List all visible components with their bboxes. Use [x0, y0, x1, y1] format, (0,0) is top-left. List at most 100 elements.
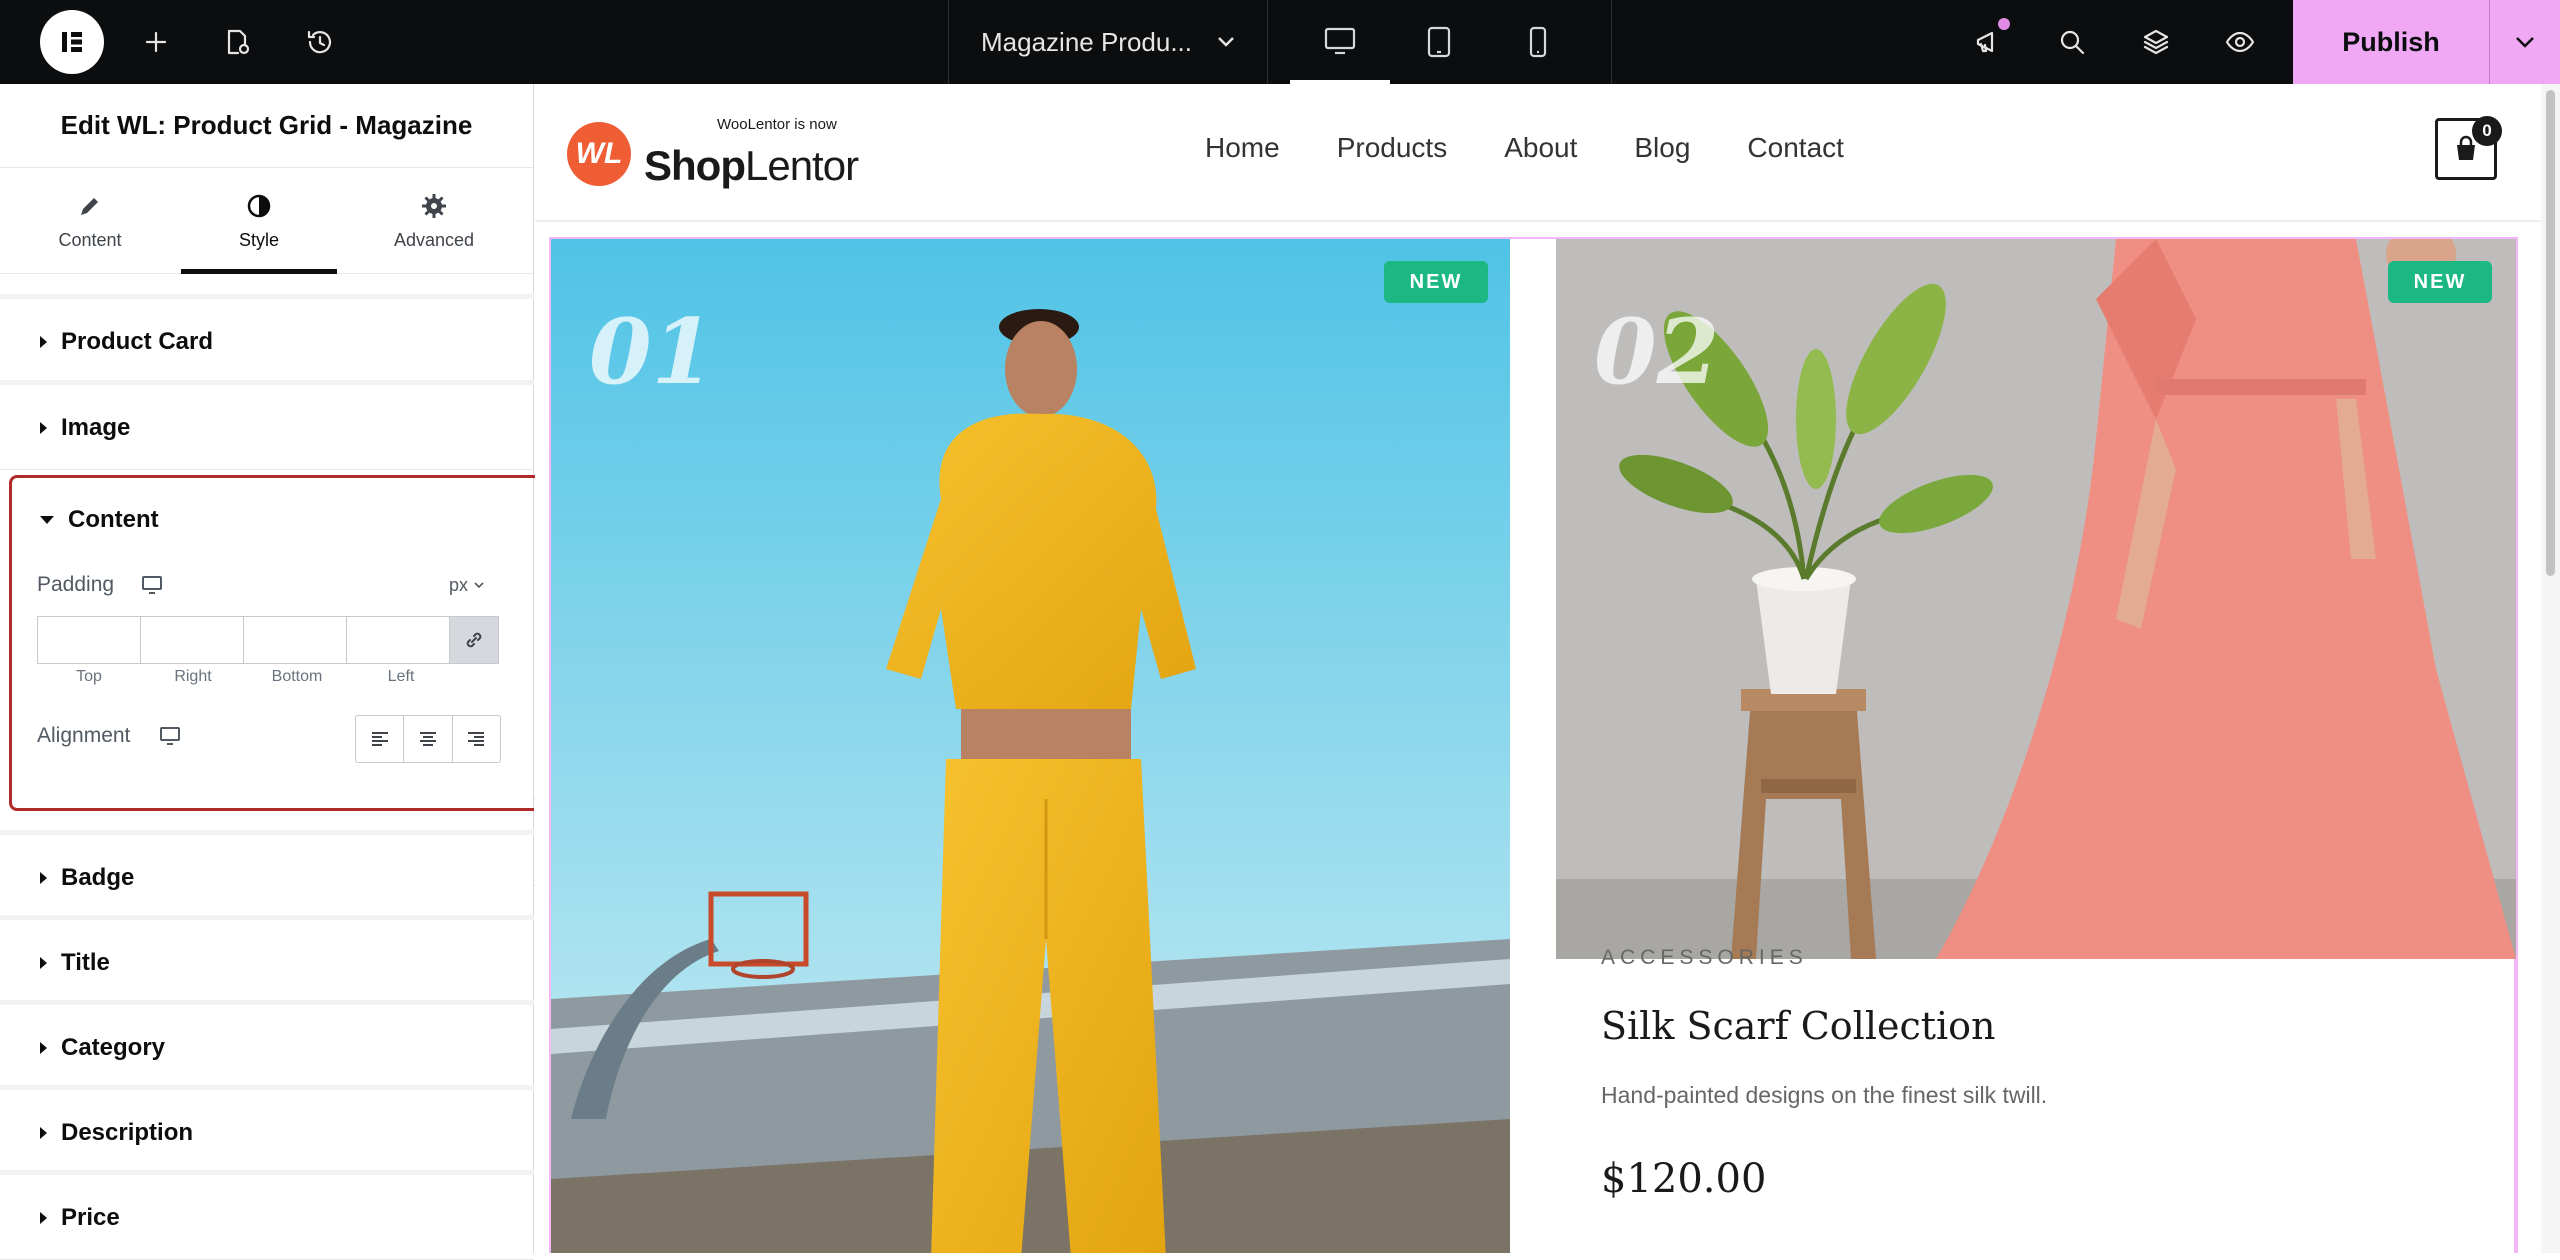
publish-options-button[interactable] [2489, 0, 2560, 84]
padding-left-input[interactable] [346, 616, 450, 664]
section-label: Category [61, 1033, 166, 1061]
section-label: Product Card [61, 327, 214, 355]
eye-icon [2225, 31, 2255, 53]
brand-name-bold: Shop [644, 142, 746, 189]
product-category[interactable]: ACCESSORIES [1601, 946, 1808, 970]
contrast-icon [247, 194, 271, 217]
nav-products[interactable]: Products [1337, 132, 1448, 164]
padding-inputs [37, 616, 501, 664]
brand-tagline: WooLentor is now [717, 116, 837, 133]
padding-top-label: Top [76, 668, 102, 685]
section-label: Content [68, 506, 159, 533]
link-values-button[interactable] [449, 616, 499, 664]
gear-icon [422, 193, 446, 218]
responsive-desktop-icon[interactable] [141, 574, 163, 601]
plus-icon [145, 31, 167, 53]
document-title-dropdown[interactable]: Magazine Produ... [948, 0, 1268, 84]
elementor-logo-icon [62, 32, 82, 52]
responsive-desktop-icon[interactable] [159, 725, 181, 752]
tablet-device-button[interactable] [1389, 0, 1489, 84]
tab-content-label: Content [58, 229, 122, 250]
preview-button[interactable] [2220, 22, 2260, 62]
finder-button[interactable] [2052, 22, 2092, 62]
device-switcher [1268, 0, 1612, 84]
scrollbar-thumb[interactable] [2546, 90, 2555, 576]
editor-topbar: Magazine Produ... Publish [0, 0, 2560, 84]
monitor-icon [160, 727, 180, 745]
site-header: WL WooLentor is now ShopLentor Home Prod… [535, 84, 2540, 222]
section-image[interactable]: Image [0, 380, 534, 470]
section-product-card[interactable]: Product Card [0, 294, 534, 384]
align-right-icon [468, 732, 485, 746]
publish-button[interactable]: Publish [2293, 0, 2489, 84]
alignment-label: Alignment [37, 724, 131, 747]
site-logo[interactable]: WL WooLentor is now ShopLentor [567, 112, 859, 192]
tab-style[interactable]: Style [181, 168, 337, 274]
page-settings-button[interactable] [217, 22, 257, 62]
section-label: Image [61, 413, 131, 441]
padding-right-input[interactable] [140, 616, 244, 664]
caret-right-icon [40, 956, 47, 969]
align-center-button[interactable] [404, 716, 453, 762]
align-left-button[interactable] [356, 716, 405, 762]
history-button[interactable] [300, 22, 340, 62]
section-title[interactable]: Title [0, 915, 534, 1005]
nav-blog[interactable]: Blog [1634, 132, 1690, 164]
unit-value: px [449, 575, 469, 595]
section-category[interactable]: Category [0, 1000, 534, 1090]
nav-home[interactable]: Home [1205, 132, 1280, 164]
tab-content[interactable]: Content [12, 168, 168, 274]
nav-about[interactable]: About [1504, 132, 1577, 164]
chevron-down-icon [2516, 37, 2534, 48]
panel-tabs: Content Style Advanced [0, 168, 533, 274]
section-content-expanded: Content Padding px Top Right Bottom Left… [9, 475, 542, 811]
mobile-icon [1529, 26, 1547, 58]
section-content-header[interactable]: Content [40, 506, 159, 534]
padding-bottom-input[interactable] [243, 616, 347, 664]
desktop-device-button[interactable] [1290, 0, 1390, 84]
desktop-icon [1324, 27, 1356, 55]
padding-top-input[interactable] [37, 616, 141, 664]
preview-scrollbar[interactable] [2541, 84, 2560, 1253]
nav-contact[interactable]: Contact [1747, 132, 1844, 164]
panel-title: Edit WL: Product Grid - Magazine [0, 84, 533, 168]
caret-right-icon [40, 1211, 47, 1224]
document-title: Magazine Produ... [981, 26, 1193, 57]
tab-advanced-label: Advanced [393, 229, 475, 250]
align-right-button[interactable] [453, 716, 500, 762]
cart-count-badge: 0 [2472, 116, 2502, 146]
structure-button[interactable] [2136, 22, 2176, 62]
tab-advanced[interactable]: Advanced [356, 168, 512, 274]
elementor-logo-button[interactable] [40, 10, 104, 74]
pencil-icon [81, 197, 98, 215]
section-description[interactable]: Description [0, 1085, 534, 1175]
product-card[interactable]: 01 NEW [551, 239, 1510, 1253]
padding-label: Padding [37, 573, 115, 596]
section-price[interactable]: Price [0, 1170, 534, 1260]
tablet-icon [1427, 26, 1451, 58]
layers-icon [2143, 29, 2169, 55]
section-label: Badge [61, 863, 135, 891]
caret-right-icon [40, 1126, 47, 1139]
product-number: 01 [589, 299, 715, 405]
site-nav: Home Products About Blog Contact [1205, 132, 1901, 164]
caret-right-icon [40, 335, 47, 348]
brand-name: ShopLentor [644, 142, 859, 190]
align-center-icon [419, 732, 436, 746]
section-label: Description [61, 1118, 194, 1146]
section-badge[interactable]: Badge [0, 830, 534, 920]
padding-bottom-label: Bottom [271, 668, 323, 685]
product-title[interactable]: Silk Scarf Collection [1601, 1004, 1996, 1048]
caret-right-icon [40, 1041, 47, 1054]
padding-field-labels: Top Right Bottom Left [37, 668, 453, 686]
caret-down-icon [40, 516, 54, 524]
search-icon [2060, 30, 2085, 55]
megaphone-icon [1976, 31, 1994, 53]
product-card[interactable]: 02 NEW ACCESSORIES Silk Scarf Collection… [1556, 239, 2516, 1253]
mobile-device-button[interactable] [1488, 0, 1588, 84]
alignment-choices [355, 715, 501, 763]
add-element-button[interactable] [136, 22, 176, 62]
unit-select[interactable]: px [449, 575, 485, 596]
brand-mark: WL [567, 122, 631, 186]
align-left-icon [371, 732, 388, 746]
